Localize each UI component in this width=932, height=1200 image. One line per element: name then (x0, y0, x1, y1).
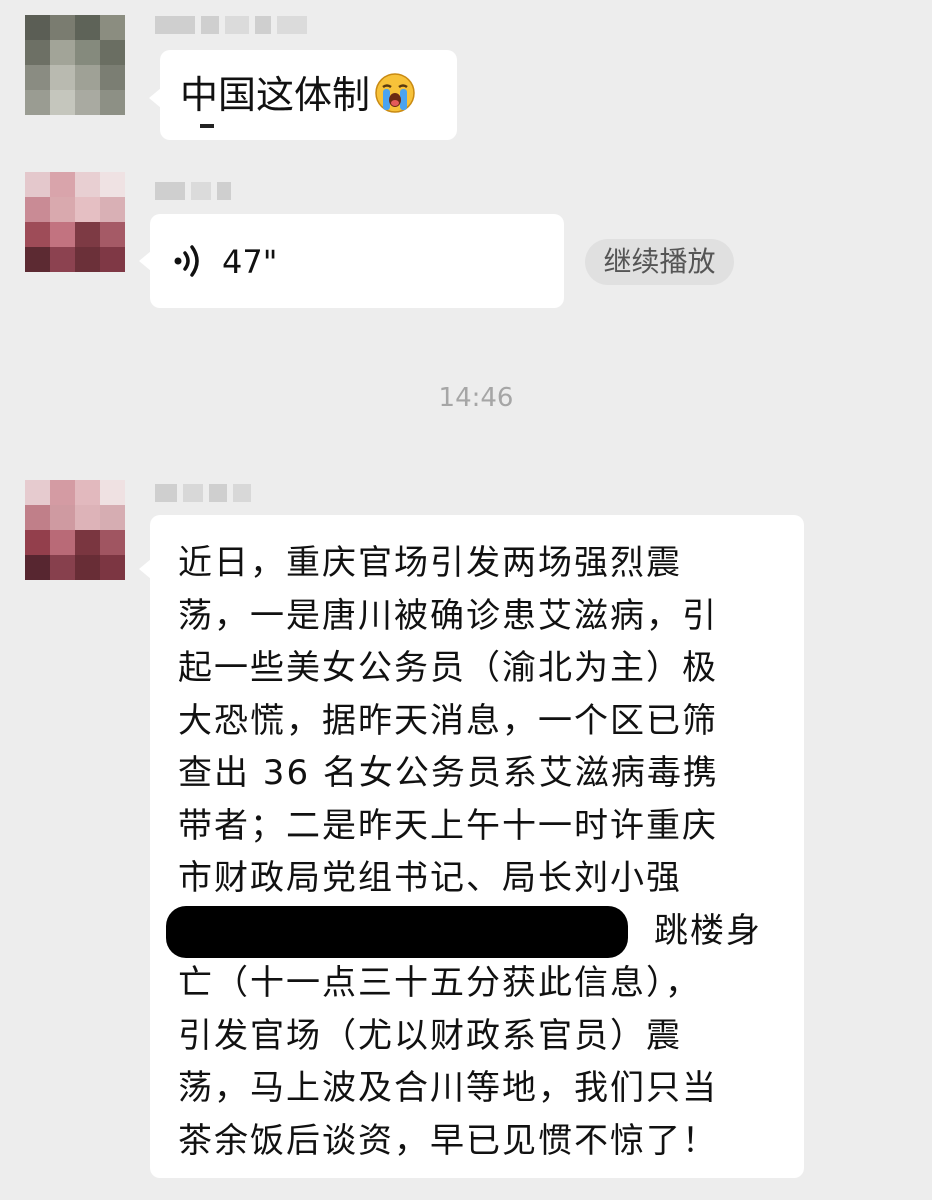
message-line: 起一些美女公务员（渝北为主）极 (178, 648, 718, 688)
sender-name-blurred (155, 482, 251, 504)
voice-duration: 47" (222, 243, 278, 281)
sender-name-blurred (155, 14, 307, 36)
message-line: 荡，一是唐川被确诊患艾滋病，引 (178, 595, 718, 636)
blurred-artifact (200, 124, 214, 128)
message-line-redacted: 跳楼身 (166, 905, 804, 958)
loudly-crying-face-icon (375, 73, 415, 113)
sender-name-blurred (155, 180, 231, 202)
avatar[interactable] (25, 172, 125, 272)
message-bubble[interactable]: 近日，重庆官场引发两场强烈震 荡，一是唐川被确诊患艾滋病，引 起一些美女公务员（… (139, 515, 804, 1178)
message-line: 茶余饭后谈资，早已见惯不惊了！ (178, 1120, 718, 1161)
message-text: 中国这体制 (180, 72, 416, 118)
message-line: 查出 36 名女公务员系艾滋病毒携 (178, 753, 719, 793)
message-line: 荡，马上波及合川等地，我们只当 (178, 1068, 718, 1108)
voice-wave-icon (174, 245, 199, 277)
avatar[interactable] (25, 15, 125, 115)
message-line: 大恐慌，据昨天消息，一个区已筛 (178, 700, 718, 741)
voice-message-bubble[interactable]: 47" (139, 214, 564, 308)
message-line: 亡（十一点三十五分获此信息）， (178, 963, 701, 1003)
message-line: 引发官场（尤以财政系官员）震 (178, 1015, 682, 1056)
message-line-tail: 跳楼身 (654, 910, 762, 951)
redaction-bar (166, 906, 628, 958)
message-line: 市财政局党组书记、局长刘小强 (178, 858, 682, 898)
continue-playing-button[interactable]: 继续播放 (585, 239, 734, 285)
message-line: 近日，重庆官场引发两场强烈震 (178, 543, 682, 583)
chat-window: 中国这体制 47" 继续播放 14:46 近日，重庆官场引发两场强烈震 荡，一是… (0, 0, 932, 1200)
avatar[interactable] (25, 480, 125, 580)
timestamp: 14:46 (438, 383, 514, 413)
message-text: 近日，重庆官场引发两场强烈震 荡，一是唐川被确诊患艾滋病，引 起一些美女公务员（… (166, 537, 804, 1167)
message-line: 带者；二是昨天上午十一时许重庆 (178, 805, 718, 846)
